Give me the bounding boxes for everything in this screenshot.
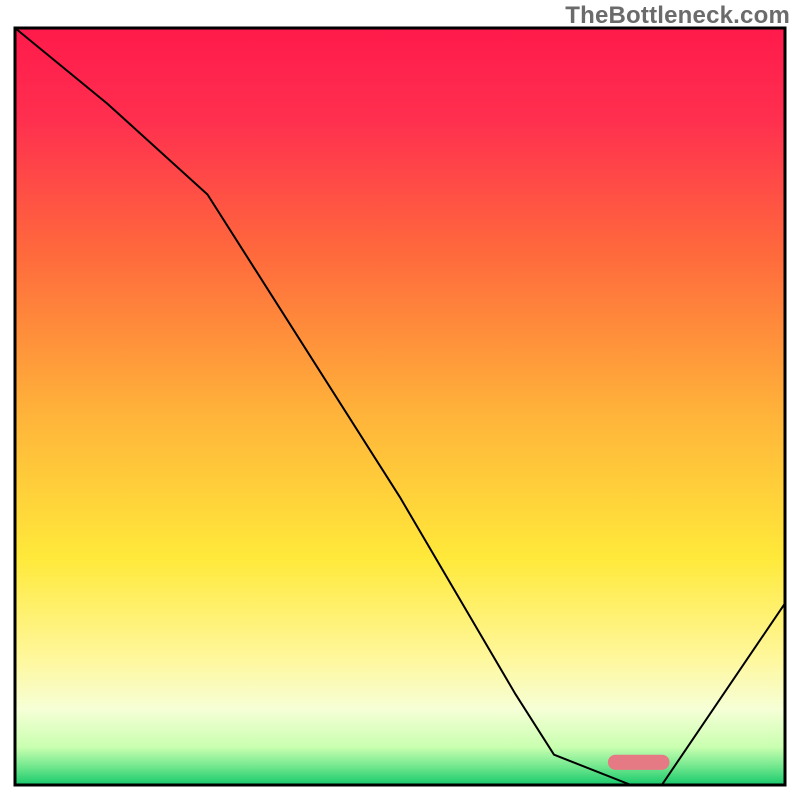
bottleneck-chart	[0, 0, 800, 800]
gradient-background	[15, 28, 785, 785]
plot-area	[15, 28, 785, 785]
watermark-text: TheBottleneck.com	[565, 2, 790, 30]
chart-container: TheBottleneck.com	[0, 0, 800, 800]
optimal-marker	[608, 755, 670, 770]
